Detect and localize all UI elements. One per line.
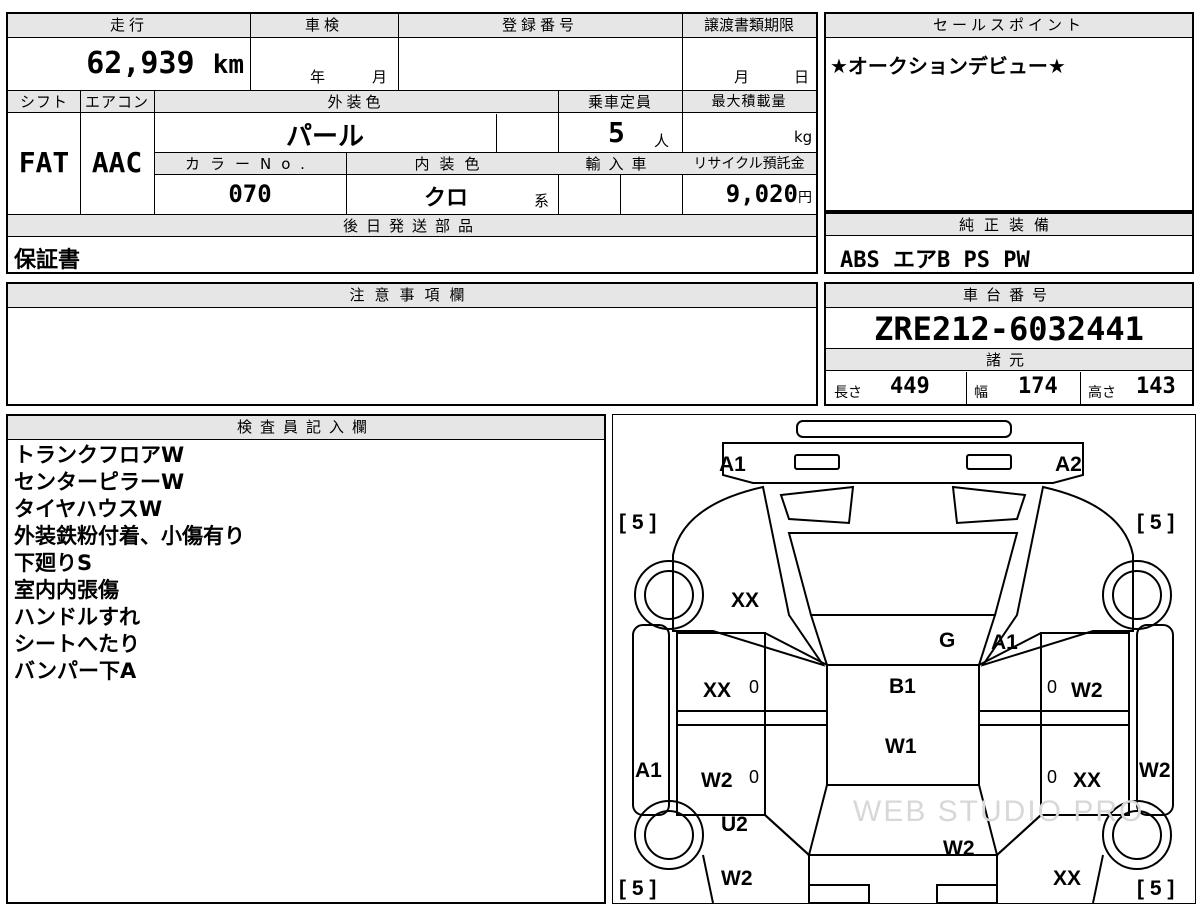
mark-zero-3: 0	[749, 767, 760, 787]
sales-point-box: セールスポイント ★オークションデビュー★	[824, 12, 1194, 212]
transfer-deadline-label: 譲渡書類期限	[703, 16, 794, 34]
sales-point-label: セールスポイント	[826, 14, 1192, 38]
mark-w2-trunk: W2	[943, 837, 975, 860]
capacity-label: 乗車定員	[587, 93, 652, 111]
mark-w2-rear-left: W2	[721, 867, 753, 890]
aircon-value: AAC	[91, 146, 143, 179]
mark-a2-front-right: A2	[1055, 453, 1082, 476]
recycle-number: 9,020	[725, 180, 798, 208]
equipment-value: ABS エアB PS PW	[840, 248, 1030, 273]
mark-xx-rear-right: XX	[1053, 867, 1082, 890]
spec-width-label: 幅	[974, 385, 988, 401]
mark-w1-roof: W1	[885, 735, 917, 758]
tire-front-right: [ 5 ]	[1137, 511, 1175, 534]
aircon-label: エアコン	[84, 93, 149, 111]
watermark: WEB STUDIO PRO	[853, 795, 1145, 828]
max-load-unit: kg	[794, 128, 813, 146]
tire-front-left: [ 5 ]	[619, 511, 657, 534]
inspector-line: 外装鉄粉付着、小傷有り	[14, 524, 245, 548]
shift-value: FAT	[18, 146, 70, 179]
vehicle-info-table: 走行 車検 登録番号 譲渡書類期限 62,939 km 年 月 月 日 シフト …	[6, 12, 818, 274]
mark-u2-quarter-left: U2	[721, 813, 748, 836]
tire-rear-left: [ 5 ]	[619, 877, 657, 900]
interior-color-suffix: 系	[534, 192, 550, 210]
mark-xx-front-door-left: XX	[703, 679, 732, 702]
mark-w2-rear-door-left: W2	[701, 769, 733, 792]
capacity-unit: 人	[654, 132, 670, 150]
mark-g-windshield: G	[939, 629, 956, 652]
recycle-value: 9,020円	[682, 180, 812, 208]
import-label: 輸入車	[585, 155, 655, 173]
spec-height-value: 143	[1136, 374, 1176, 399]
later-parts-value: 保証書	[14, 248, 81, 273]
inspector-line: トランクフロアW	[14, 443, 185, 467]
exterior-color-label: 外装色	[327, 93, 385, 111]
inspection-year-unit: 年	[310, 68, 326, 86]
mileage-label: 走行	[109, 16, 148, 34]
inspector-line: 室内内張傷	[14, 578, 119, 602]
transfer-month-unit: 月	[734, 68, 750, 86]
mark-a1-pillar-right: A1	[991, 631, 1018, 654]
specs-label: 諸元	[826, 349, 1192, 371]
inspector-line: 下廻りS	[14, 551, 93, 575]
color-no-label: カラーNo.	[185, 155, 315, 173]
inspector-box: 検査員記入欄 トランクフロアW センターピラーW タイヤハウスW 外装鉄粉付着、…	[6, 414, 606, 904]
later-parts-label: 後日発送部品	[342, 217, 481, 235]
mark-xx-fender-left: XX	[731, 589, 760, 612]
recycle-unit: 円	[798, 190, 812, 206]
mileage-number: 62,939	[86, 46, 195, 81]
spec-width-value: 174	[1018, 374, 1058, 399]
mark-a1-rocker-left: A1	[635, 759, 662, 782]
notes-label: 注意事項欄	[8, 284, 816, 308]
max-load-label: 最大積載量	[711, 94, 787, 110]
mileage-value: 62,939 km	[8, 44, 248, 85]
inspection-month-unit: 月	[372, 68, 388, 86]
equipment-label: 純正装備	[826, 214, 1192, 236]
inspector-line: シートへたり	[14, 632, 140, 656]
inspector-label: 検査員記入欄	[8, 416, 604, 440]
spec-length-label: 長さ	[834, 385, 862, 401]
shift-label: シフト	[19, 93, 68, 111]
color-no-value: 070	[228, 180, 272, 208]
mark-zero-2: 0	[1047, 677, 1058, 697]
mark-xx-rear-door-right: XX	[1073, 769, 1102, 792]
recycle-label: リサイクル預託金	[693, 156, 805, 172]
transfer-day-unit: 日	[794, 68, 810, 86]
exterior-color-value: パール	[285, 122, 364, 152]
chassis-box: 車台番号 ZRE212-6032441 諸元 長さ 449 幅 174 高さ 1…	[824, 282, 1194, 406]
car-outline-diagram	[632, 420, 1174, 903]
inspector-line: センターピラーW	[14, 470, 185, 494]
registration-label: 登録番号	[501, 16, 578, 34]
mileage-unit: km	[212, 50, 244, 80]
mark-b1-roof: B1	[889, 675, 916, 698]
damage-diagram-box: WEB STUDIO PRO [ 5 ] [ 5 ] [ 5 ] [ 5 ] A…	[612, 414, 1196, 904]
chassis-value: ZRE212-6032441	[874, 310, 1144, 348]
mark-w2-rocker-right: W2	[1139, 759, 1171, 782]
mark-w2-front-door-right: W2	[1071, 679, 1103, 702]
tire-rear-right: [ 5 ]	[1137, 877, 1175, 900]
inspector-lines: トランクフロアW センターピラーW タイヤハウスW 外装鉄粉付着、小傷有り 下廻…	[14, 442, 245, 685]
inspection-label: 車検	[304, 16, 343, 34]
mark-a1-front-left: A1	[719, 453, 746, 476]
mark-zero-1: 0	[749, 677, 760, 697]
capacity-value: 5	[608, 116, 625, 149]
inspector-line: タイヤハウスW	[14, 497, 163, 521]
sales-point-text: ★オークションデビュー★	[830, 54, 1066, 78]
spec-height-label: 高さ	[1088, 385, 1116, 401]
inspector-line: バンパー下A	[14, 659, 137, 683]
inspector-line: ハンドルすれ	[14, 605, 140, 629]
notes-box: 注意事項欄	[6, 282, 818, 406]
interior-color-value: クロ	[423, 186, 468, 211]
chassis-label: 車台番号	[826, 284, 1192, 308]
equipment-box: 純正装備 ABS エアB PS PW	[824, 212, 1194, 274]
mark-zero-4: 0	[1047, 767, 1058, 787]
interior-color-label: 内装色	[414, 155, 490, 173]
spec-length-value: 449	[890, 374, 930, 399]
